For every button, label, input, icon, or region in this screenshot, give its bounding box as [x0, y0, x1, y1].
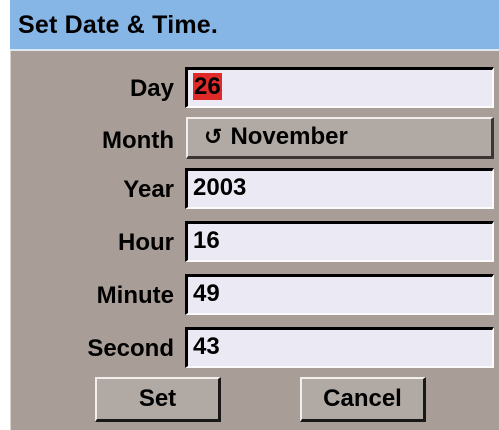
year-label: Year [123, 176, 174, 203]
title-bar: Set Date & Time. [10, 0, 499, 51]
minute-input[interactable]: 49 [185, 274, 494, 315]
day-value: 26 [193, 73, 222, 100]
year-input[interactable]: 2003 [185, 168, 494, 209]
minute-label: Minute [96, 282, 174, 309]
year-value: 2003 [193, 174, 247, 201]
hour-value: 16 [193, 227, 220, 254]
day-label: Day [129, 75, 174, 102]
cycle-icon: ↺ [204, 124, 223, 149]
set-button[interactable]: Set [95, 377, 221, 422]
month-cycle-button[interactable]: ↺ November [186, 117, 494, 159]
hour-input[interactable]: 16 [185, 221, 494, 262]
cancel-button[interactable]: Cancel [300, 377, 426, 422]
second-input[interactable]: 43 [185, 327, 494, 368]
day-input[interactable]: 26 [185, 67, 494, 108]
hour-label: Hour [118, 229, 174, 256]
month-label: Month [102, 127, 174, 154]
month-value: November [230, 123, 348, 150]
second-label: Second [87, 335, 174, 362]
minute-value: 49 [193, 280, 220, 307]
dialog-title: Set Date & Time. [18, 11, 219, 39]
second-value: 43 [193, 333, 220, 360]
